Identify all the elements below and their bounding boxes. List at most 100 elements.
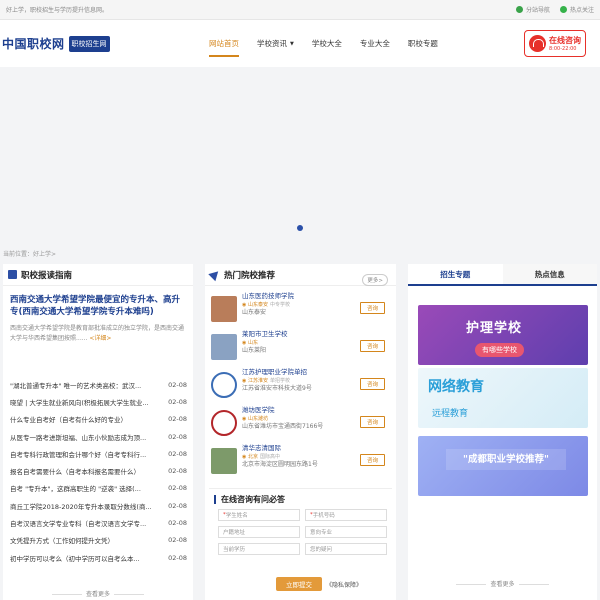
school-name[interactable]: 山东医药技师学院 [242, 292, 389, 301]
school-card[interactable]: 潍坊医学院 ◉ 山东潍坊 山东省潍坊市宝通西街7166号 咨询 [211, 406, 389, 440]
field-placeholder: 手机号码 [312, 513, 335, 519]
hero-banner [0, 67, 600, 250]
school-city: 山东潍坊 [247, 416, 268, 422]
nav-majors[interactable]: 专业大全 [351, 20, 399, 67]
hot-more-button[interactable]: 更多> [362, 274, 388, 286]
ask-button[interactable]: 咨询 [359, 302, 385, 314]
school-city: 山东泰安 [247, 302, 268, 308]
nav-news-label: 学校资讯 [257, 39, 287, 48]
chengdu-school-promo[interactable]: "成都职业学校推荐" [418, 436, 588, 496]
submit-button[interactable]: 立即提交 [276, 577, 322, 591]
guide-title: 职校报读指南 [21, 270, 73, 281]
list-item[interactable]: 初中学历可以考么（初中学历可以自考么本... 02-08 [10, 549, 187, 566]
form-title: 在线咨询有问必答 [221, 495, 285, 504]
education-input[interactable]: 当前学历 [218, 543, 300, 555]
school-card[interactable]: 山东医药技师学院 ◉ 山东泰安 中专学校 山东泰安 咨询 [211, 292, 389, 326]
field-placeholder: 户籍地址 [223, 530, 246, 536]
guide-more-link[interactable]: 查看更多 [3, 589, 193, 598]
guide-panel: 职校报读指南 西南交通大学希望学院最便宜的专升本、高升专(西南交通大学希望学院专… [3, 264, 193, 600]
title-bar [214, 495, 216, 504]
phone-input[interactable]: * 手机号码 [305, 509, 387, 521]
form-fields: * 学生姓名 * 手机号码 户籍地址 意向专业 当前学历 您的疑问 [218, 509, 387, 555]
ask-button[interactable]: 咨询 [359, 378, 385, 390]
school-type: 中专学校 [269, 302, 290, 308]
news-title: 什么专业自考好（自考有什么好的专业） [10, 416, 127, 425]
address-input[interactable]: 户籍地址 [218, 526, 300, 538]
ask-button[interactable]: 咨询 [359, 416, 385, 428]
field-placeholder: 您的疑问 [310, 547, 333, 553]
list-item[interactable]: 什么专业自考好（自考有什么好的专业） 02-08 [10, 411, 187, 428]
wechat-icon [559, 6, 567, 13]
follow-label: 热点关注 [569, 7, 594, 14]
school-type: 国际高中 [259, 454, 280, 460]
list-item[interactable]: 从医专一路考进斯坦福、山东小伙励志成为顶... 02-08 [10, 428, 187, 445]
site-logo[interactable]: 中国职校网 职校招生网 [2, 35, 110, 52]
consult-form: 在线咨询有问必答 * 学生姓名 * 手机号码 户籍地址 意向专业 当前学历 您的疑问… [209, 488, 392, 600]
school-name[interactable]: 清华志清国际 [242, 444, 389, 453]
tab-hot-info[interactable]: 热点信息 [502, 264, 597, 284]
station-nav-label: 分站导航 [525, 7, 550, 14]
ask-button[interactable]: 咨询 [359, 340, 385, 352]
privacy-link[interactable]: 《隐私保障》 [326, 580, 362, 589]
nav-topics[interactable]: 职校专题 [399, 20, 447, 67]
list-item[interactable]: 商丘工学院2018-2020年专升本录取分数线(商... 02-08 [10, 497, 187, 514]
student-name-input[interactable]: * 学生姓名 [218, 509, 300, 521]
main-nav: 网站首页 学校资讯 ▼ 学校大全 专业大全 职校专题 [200, 20, 447, 67]
consult-title: 在线咨询 [549, 36, 581, 45]
field-placeholder: 学生姓名 [225, 513, 248, 519]
hot-title: 热门院校推荐 [224, 270, 276, 281]
logo-text: 中国职校网 [2, 37, 65, 51]
news-title: 初中学历可以考么（初中学历可以自考么本... [10, 554, 140, 563]
station-nav-link[interactable]: 分站导航 [515, 5, 550, 14]
news-date: 02-08 [168, 380, 187, 389]
site-slogan: 好上学，职校招生与学历提升信息网。 [6, 7, 109, 14]
carousel-dot[interactable] [297, 225, 303, 231]
school-card[interactable]: 莱阳市卫生学校 ◉ 山东 山东莱阳 咨询 [211, 330, 389, 364]
field-placeholder: 意向专业 [310, 530, 333, 536]
school-logo-image [211, 372, 237, 398]
question-input[interactable]: 您的疑问 [305, 543, 387, 555]
nav-schools[interactable]: 学校大全 [303, 20, 351, 67]
top-bar: 好上学，职校招生与学历提升信息网。 分站导航 热点关注 [0, 0, 600, 20]
news-title: "湖北普通专升本" 唯一的艺术类高校：武汉... [10, 381, 142, 390]
promo-title: 护理学校 [466, 321, 523, 336]
news-title: 自考专科行政管理和会计哪个好（自考专科行... [10, 450, 147, 459]
nursing-school-promo[interactable]: 护理学校 有哪些学校 [418, 305, 588, 365]
nav-schools-label: 学校大全 [311, 39, 342, 48]
chevron-down-icon: ▼ [290, 40, 294, 47]
consult-time: 8:00-22:00 [549, 46, 577, 52]
nav-news[interactable]: 学校资讯 ▼ [248, 20, 303, 67]
paper-plane-icon [208, 267, 222, 282]
ask-button[interactable]: 咨询 [359, 454, 385, 466]
school-card[interactable]: 清华志清国际 ◉ 北京 国际高中 北京市海淀区圆明园东路1号 咨询 [211, 444, 389, 478]
school-city: 北京 [247, 454, 258, 460]
online-education-promo[interactable]: 网络教育 远程教育 [418, 368, 588, 428]
detail-link[interactable]: <详细> [89, 335, 111, 342]
list-item[interactable]: 晓望 | 大学生就业新风向(积极拓展大学生就业... 02-08 [10, 393, 187, 410]
site-header: 中国职校网 职校招生网 网站首页 学校资讯 ▼ 学校大全 专业大全 职校专题 在线… [0, 20, 600, 67]
field-placeholder: 当前学历 [223, 547, 246, 553]
news-date: 02-08 [168, 484, 187, 493]
news-list: "湖北普通专升本" 唯一的艺术类高校：武汉... 02-08 晓望 | 大学生就业… [10, 376, 187, 566]
promo-title: 网络教育 [428, 379, 484, 395]
nav-home[interactable]: 网站首页 [200, 20, 248, 67]
school-image [211, 448, 237, 474]
school-card[interactable]: 江苏护理职业学院单招 ◉ 江苏淮安 单招学校 江苏省淮安市科技大道9号 咨询 [211, 368, 389, 402]
nav-majors-label: 专业大全 [359, 39, 390, 48]
school-name[interactable]: 莱阳市卫生学校 [242, 330, 389, 339]
featured-article-title[interactable]: 西南交通大学希望学院最便宜的专升本、高升专(西南交通大学希望学院专升本难吗) [3, 286, 193, 318]
list-item[interactable]: 文凭提升方式（工作如何提升文凭） 02-08 [10, 532, 187, 549]
list-item[interactable]: 自考专科行政管理和会计哪个好（自考专科行... 02-08 [10, 445, 187, 462]
follow-link[interactable]: 热点关注 [559, 5, 594, 14]
nav-topics-label: 职校专题 [407, 39, 438, 48]
list-item[interactable]: 自考 "专升本"，这群高职生的 "逆袭" 选择(... 02-08 [10, 480, 187, 497]
list-item[interactable]: "湖北普通专升本" 唯一的艺术类高校：武汉... 02-08 [10, 376, 187, 393]
online-consult-button[interactable]: 在线咨询 8:00-22:00 [524, 30, 586, 57]
list-item[interactable]: 自考汉语言文学专业专科（自考汉语言文学专... 02-08 [10, 514, 187, 531]
major-input[interactable]: 意向专业 [305, 526, 387, 538]
school-name[interactable]: 潍坊医学院 [242, 406, 389, 415]
list-item[interactable]: 报名自考需要什么（自考本科报名需要什么） 02-08 [10, 462, 187, 479]
school-name[interactable]: 江苏护理职业学院单招 [242, 368, 389, 377]
topics-more-link[interactable]: 查看更多 [408, 579, 597, 588]
tab-enrollment[interactable]: 招生专题 [408, 264, 503, 284]
